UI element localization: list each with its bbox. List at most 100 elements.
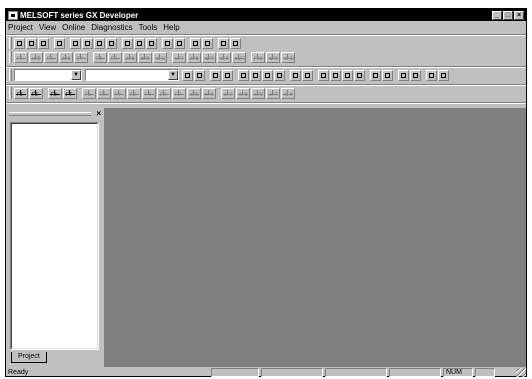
sfc-button[interactable] xyxy=(410,69,421,81)
menu-help[interactable]: Help xyxy=(163,23,179,32)
coil-button[interactable]: F7 xyxy=(74,51,88,63)
save-button[interactable] xyxy=(38,37,49,49)
chevron-down-icon[interactable]: ▼ xyxy=(71,70,81,80)
sfc-selective-coupling-button[interactable]: F8 xyxy=(127,87,141,99)
read-button[interactable] xyxy=(174,37,185,49)
sfc-parallel-button[interactable]: sF6 xyxy=(202,87,216,99)
device-search-button[interactable] xyxy=(146,37,157,49)
step-button[interactable] xyxy=(290,69,301,81)
undo-button[interactable] xyxy=(106,37,117,49)
note-button[interactable] xyxy=(222,69,233,81)
zoom-button[interactable] xyxy=(426,69,437,81)
sfc-end-step-button[interactable]: F8 xyxy=(48,87,62,99)
delete-horizontal-button[interactable]: cF9 xyxy=(138,51,152,63)
ladder-switch-button[interactable] xyxy=(230,37,241,49)
alias-button[interactable] xyxy=(238,69,249,81)
close-button[interactable]: × xyxy=(514,10,524,20)
menu-diagnostics[interactable]: Diagnostics xyxy=(91,23,132,32)
restore-button[interactable]: □ xyxy=(503,10,513,20)
program-select[interactable]: ▼ xyxy=(14,69,82,81)
device-select[interactable]: ▼ xyxy=(85,69,179,81)
sfc-selection-button[interactable]: sF5 xyxy=(187,87,201,99)
sfc-transition-button[interactable]: F5 xyxy=(82,87,96,99)
comment-display-button[interactable] xyxy=(370,69,381,81)
sfc-parallel-coupling-button[interactable]: F9 xyxy=(142,87,156,99)
contact-closed-parallel-button[interactable]: sF6 xyxy=(59,51,73,63)
contact-open-parallel-button[interactable]: sF5 xyxy=(29,51,43,63)
sfc-selective-branch-button[interactable]: F6 xyxy=(97,87,111,99)
program-switch-button[interactable] xyxy=(218,37,229,49)
column-button[interactable] xyxy=(438,69,449,81)
device-list-icon xyxy=(385,72,390,78)
project-tree[interactable] xyxy=(10,122,99,350)
toolbar-grip[interactable] xyxy=(9,37,12,49)
open-button[interactable] xyxy=(26,37,37,49)
sfc-dummy-step-button[interactable]: F7 xyxy=(63,87,77,99)
pane-grip[interactable] xyxy=(9,112,91,116)
contact-closed-button[interactable]: F6 xyxy=(44,51,58,63)
skip-button[interactable] xyxy=(302,69,313,81)
title-bar[interactable]: MELSOFT series GX Developer _ □ × xyxy=(6,9,526,21)
rising-pulse-button[interactable]: sF7 xyxy=(172,51,186,63)
sfc-block-start-button[interactable]: F6 xyxy=(29,87,43,99)
toolbar-grip[interactable] xyxy=(9,51,12,63)
monitor-stop-button[interactable] xyxy=(202,37,213,49)
application-instruction-button[interactable]: F8 xyxy=(93,51,107,63)
write-button[interactable] xyxy=(162,37,173,49)
monitor-button[interactable] xyxy=(190,37,201,49)
contact-open-button[interactable]: F5 xyxy=(14,51,28,63)
menu-online[interactable]: Online xyxy=(62,23,85,32)
operation-result-button[interactable]: aF10 xyxy=(281,51,295,63)
sfc-unmark-button[interactable]: aF8 xyxy=(281,87,295,99)
toolbar-grip[interactable] xyxy=(9,87,12,99)
cut-button[interactable] xyxy=(70,37,81,49)
find-button[interactable] xyxy=(122,37,133,49)
monitor-all-button[interactable] xyxy=(330,69,341,81)
paste-button[interactable] xyxy=(94,37,105,49)
falling-pulse-button[interactable]: sF8 xyxy=(187,51,201,63)
replace-button[interactable] xyxy=(134,37,145,49)
sfc-line-button[interactable]: sF8 xyxy=(236,87,250,99)
sfc-parallel-branch-button[interactable]: F7 xyxy=(112,87,126,99)
rising-pulse-parallel-button[interactable]: aF7 xyxy=(202,51,216,63)
workspace-area[interactable] xyxy=(104,108,526,367)
timing-button[interactable] xyxy=(398,69,409,81)
menu-tools[interactable]: Tools xyxy=(139,23,158,32)
close-icon[interactable]: × xyxy=(96,110,101,118)
sfc-delete-line-button[interactable]: aF9 xyxy=(251,87,265,99)
toolbar-grip[interactable] xyxy=(9,69,12,81)
app-icon[interactable] xyxy=(8,10,18,20)
device-batch-button[interactable] xyxy=(182,69,193,81)
sfc-jump-button[interactable]: F8 xyxy=(157,87,171,99)
copy-button[interactable] xyxy=(82,37,93,49)
vertical-line-button[interactable]: sF9 xyxy=(123,51,137,63)
sfc-coupling-button[interactable]: sF7 xyxy=(221,87,235,99)
new-button[interactable] xyxy=(14,37,25,49)
statement-button[interactable] xyxy=(210,69,221,81)
comment-button[interactable] xyxy=(194,69,205,81)
falling-pulse-parallel-button[interactable]: aF8 xyxy=(217,51,231,63)
sfc-vertical-line-button[interactable]: F9 xyxy=(172,87,186,99)
pane-header[interactable]: × xyxy=(8,110,103,119)
line-delete-button[interactable]: aF9 xyxy=(266,51,280,63)
partial-button[interactable] xyxy=(318,69,329,81)
test-button[interactable] xyxy=(274,69,285,81)
minimize-button[interactable]: _ xyxy=(492,10,502,20)
trace-button[interactable] xyxy=(250,69,261,81)
resize-grip-icon[interactable] xyxy=(516,367,526,377)
chevron-down-icon[interactable]: ▼ xyxy=(168,70,178,80)
menu-project[interactable]: Project xyxy=(8,23,33,32)
line-draw-button[interactable]: F10 xyxy=(251,51,265,63)
entry-button[interactable] xyxy=(262,69,273,81)
horizontal-line-button[interactable]: F9 xyxy=(108,51,122,63)
tab-project[interactable]: Project xyxy=(11,352,47,363)
menu-view[interactable]: View xyxy=(39,23,56,32)
delete-vertical-button[interactable]: cF10 xyxy=(153,51,167,63)
device-list-button[interactable] xyxy=(382,69,393,81)
sfc-step-button[interactable]: F5 xyxy=(14,87,28,99)
print-button[interactable] xyxy=(54,37,65,49)
write-mode-button[interactable] xyxy=(354,69,365,81)
sfc-mark-button[interactable]: aF7 xyxy=(266,87,280,99)
read-mode-button[interactable] xyxy=(342,69,353,81)
invert-button[interactable]: caF10 xyxy=(232,51,246,63)
